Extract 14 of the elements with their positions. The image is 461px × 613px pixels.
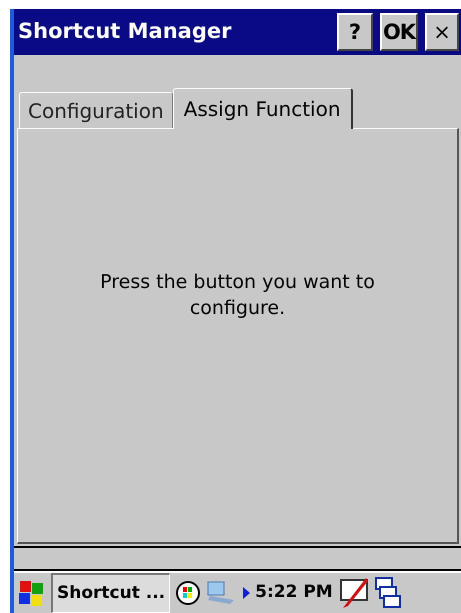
tab[interactable]: Assign Function: [172, 88, 353, 130]
window-title: Shortcut Manager: [18, 18, 232, 46]
arrow-icon[interactable]: [243, 587, 250, 599]
start-icon[interactable]: [18, 578, 46, 608]
clock-time[interactable]: 5:22 PM: [255, 580, 333, 606]
color-wheel-icon[interactable]: [175, 580, 202, 606]
pen-icon[interactable]: [338, 576, 370, 610]
help-button[interactable]: ?: [337, 13, 373, 52]
tab[interactable]: Configuration: [19, 92, 173, 128]
ok-button[interactable]: OK: [380, 13, 418, 52]
close-button[interactable]: ×: [425, 13, 459, 52]
windows-icon[interactable]: [374, 576, 401, 610]
instruction-text: Press the button you want to configure.: [99, 270, 376, 322]
taskbar-button[interactable]: Shortcut ...: [51, 573, 170, 613]
